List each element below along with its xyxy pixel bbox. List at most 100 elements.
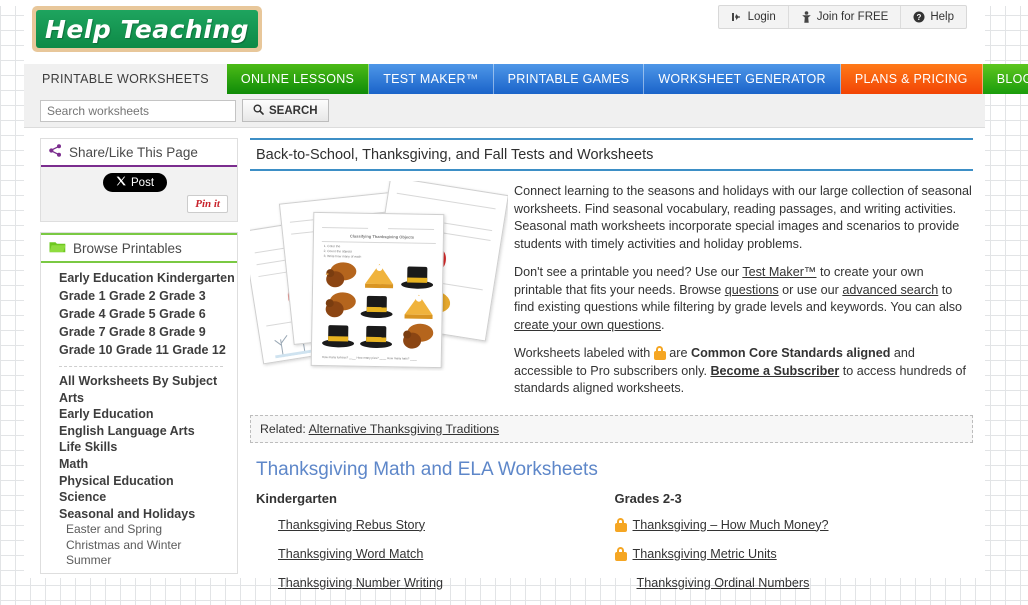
grade-link-grade-12[interactable]: Grade 12: [172, 343, 226, 357]
login-arrow-icon: [731, 11, 743, 23]
join-button[interactable]: Join for FREE: [789, 6, 902, 28]
grade-row: Grade 1 Grade 2 Grade 3: [41, 287, 237, 305]
login-button[interactable]: Login: [719, 6, 789, 28]
search-input[interactable]: [40, 99, 236, 122]
site-header: Help Teaching Login Join for FREE ? Help: [24, 0, 985, 64]
grade-row: Grade 4 Grade 5 Grade 6: [41, 305, 237, 323]
lock-icon: [614, 517, 627, 532]
sidebar-item-physical-education[interactable]: Physical Education: [41, 473, 237, 490]
search-icon: [253, 104, 264, 118]
worksheet-column: Grades 2-3 Thanksgiving – How Much Money?…: [614, 490, 974, 605]
browse-panel-header: Browse Printables: [41, 233, 237, 263]
worksheet-thumbnail-image[interactable]: Classifying Thanksgiving Objects 1. Colo…: [250, 181, 508, 371]
sidebar-item-math[interactable]: Math: [41, 456, 237, 473]
questions-link[interactable]: questions: [725, 283, 779, 297]
worksheet-column: Kindergarten Thanksgiving Rebus Story Than…: [256, 491, 615, 605]
sidebar-item-seasonal-and-holidays[interactable]: Seasonal and Holidays: [41, 506, 237, 523]
sidebar-item-arts[interactable]: Arts: [41, 390, 237, 407]
grade-link-grade-7[interactable]: Grade 7: [59, 325, 106, 339]
grade-links: Early Education Kindergarten Grade 1 Grad…: [41, 269, 237, 359]
logo-chalkboard: Help Teaching: [36, 10, 258, 48]
tab-online-lessons[interactable]: ONLINE LESSONS: [226, 64, 370, 94]
worksheet-sheet-front: Classifying Thanksgiving Objects 1. Colo…: [310, 211, 445, 369]
grade-link-grade-9[interactable]: Grade 9: [159, 325, 206, 339]
site-logo[interactable]: Help Teaching: [32, 6, 262, 52]
share-panel-header: Share/Like This Page: [41, 139, 237, 167]
tab-printable-worksheets[interactable]: PRINTABLE WORKSHEETS: [24, 64, 227, 94]
pinit-button[interactable]: Pin it: [187, 195, 228, 213]
x-post-button[interactable]: Post: [103, 173, 168, 192]
grade-row: Early Education Kindergarten: [41, 269, 237, 287]
person-icon: [801, 11, 812, 23]
grade-link-grade-10[interactable]: Grade 10: [59, 343, 113, 357]
sidebar-item-english-language-arts[interactable]: English Language Arts: [41, 423, 237, 440]
page-container: Help Teaching Login Join for FREE ? Help…: [24, 0, 1028, 590]
sidebar-item-all-worksheets-by-subject[interactable]: All Worksheets By Subject: [41, 373, 237, 390]
lock-icon: [653, 346, 666, 360]
intro-paragraph-2: Don't see a printable you need? Use our …: [514, 264, 973, 334]
column-heading: Grades 2-3: [614, 490, 682, 506]
svg-text:?: ?: [917, 13, 922, 22]
create-questions-link[interactable]: create your own questions: [514, 318, 661, 332]
x-logo-icon: [116, 176, 126, 189]
p3-t2: are: [665, 346, 691, 360]
worksheet-link[interactable]: Thanksgiving Word Match: [278, 547, 423, 561]
sidebar-item-easter-and-spring[interactable]: Easter and Spring: [41, 522, 237, 538]
logo-text: Help Teaching: [44, 14, 250, 44]
grade-link-grade-1[interactable]: Grade 1: [59, 289, 106, 303]
share-panel-body: Post Pin it: [41, 167, 237, 221]
main-navigation: PRINTABLE WORKSHEETS ONLINE LESSONS TEST…: [24, 64, 1028, 94]
grade-link-grade-4[interactable]: Grade 4: [59, 307, 106, 321]
join-label: Join for FREE: [816, 11, 889, 23]
account-bar: Login Join for FREE ? Help: [717, 5, 967, 29]
p3-t1: Worksheets labeled with: [514, 346, 654, 360]
grade-link-grade-6[interactable]: Grade 6: [159, 307, 206, 321]
grade-link-grade-3[interactable]: Grade 3: [159, 289, 206, 303]
intro-section: Classifying Thanksgiving Objects 1. Colo…: [250, 181, 973, 409]
grade-link-grade-2[interactable]: Grade 2: [109, 289, 156, 303]
become-subscriber-link[interactable]: Become a Subscriber: [710, 364, 839, 378]
search-button[interactable]: SEARCH: [242, 99, 329, 122]
related-link[interactable]: Alternative Thanksgiving Traditions: [309, 422, 499, 436]
grade-link-kindergarten[interactable]: Kindergarten: [157, 271, 235, 285]
worksheet-list-item: Thanksgiving Word Match: [256, 547, 615, 561]
tab-test-maker[interactable]: TEST MAKER™: [369, 64, 494, 94]
browse-panel: Browse Printables Early Education Kinder…: [40, 232, 238, 574]
tab-printable-games[interactable]: PRINTABLE GAMES: [493, 64, 645, 94]
column-heading: Kindergarten: [256, 490, 337, 506]
folder-icon: [49, 240, 66, 256]
search-bar: SEARCH: [24, 94, 985, 128]
advanced-search-link[interactable]: advanced search: [842, 283, 938, 297]
worksheet-link[interactable]: Thanksgiving – How Much Money?: [633, 518, 829, 532]
help-button[interactable]: ? Help: [901, 6, 966, 28]
lock-icon: [614, 546, 627, 561]
worksheet-link[interactable]: Thanksgiving Metric Units: [633, 547, 777, 561]
grade-link-grade-8[interactable]: Grade 8: [109, 325, 156, 339]
browse-panel-body: Early Education Kindergarten Grade 1 Grad…: [41, 263, 237, 573]
subject-links: All Worksheets By Subject Arts Early Educa…: [41, 373, 237, 569]
section-title: Thanksgiving Math and ELA Worksheets: [256, 458, 598, 480]
intro-paragraph-1: Connect learning to the seasons and holi…: [514, 184, 972, 251]
tab-worksheet-generator[interactable]: WORKSHEET GENERATOR: [644, 64, 841, 94]
test-maker-link[interactable]: Test Maker™: [742, 265, 816, 279]
grade-link-grade-5[interactable]: Grade 5: [109, 307, 156, 321]
search-button-label: SEARCH: [269, 104, 318, 117]
intro-paragraph-3: Worksheets labeled with are Common Core …: [514, 345, 973, 398]
grade-link-grade-11[interactable]: Grade 11: [116, 343, 169, 357]
sidebar-item-life-skills[interactable]: Life Skills: [41, 439, 237, 456]
sidebar-item-science[interactable]: Science: [41, 489, 237, 506]
share-icon: [49, 144, 62, 160]
sidebar-item-early-education[interactable]: Early Education: [41, 406, 237, 423]
sidebar-item-summer[interactable]: Summer: [41, 553, 237, 569]
sidebar-item-christmas-and-winter[interactable]: Christmas and Winter: [41, 538, 237, 554]
worksheet-link[interactable]: Thanksgiving Rebus Story: [278, 518, 425, 532]
grade-link-early-education[interactable]: Early Education: [59, 271, 153, 285]
grade-row: Grade 10 Grade 11 Grade 12: [41, 341, 237, 359]
p2-t1: Don't see a printable you need? Use our: [514, 265, 743, 279]
p2-t5: .: [661, 317, 665, 332]
browse-panel-title: Browse Printables: [73, 240, 182, 256]
tab-blog[interactable]: BLOG: [982, 64, 1028, 94]
sidebar-divider: [59, 366, 223, 367]
intro-text: Connect learning to the seasons and holi…: [514, 181, 973, 409]
tab-plans-pricing[interactable]: PLANS & PRICING: [840, 64, 983, 94]
